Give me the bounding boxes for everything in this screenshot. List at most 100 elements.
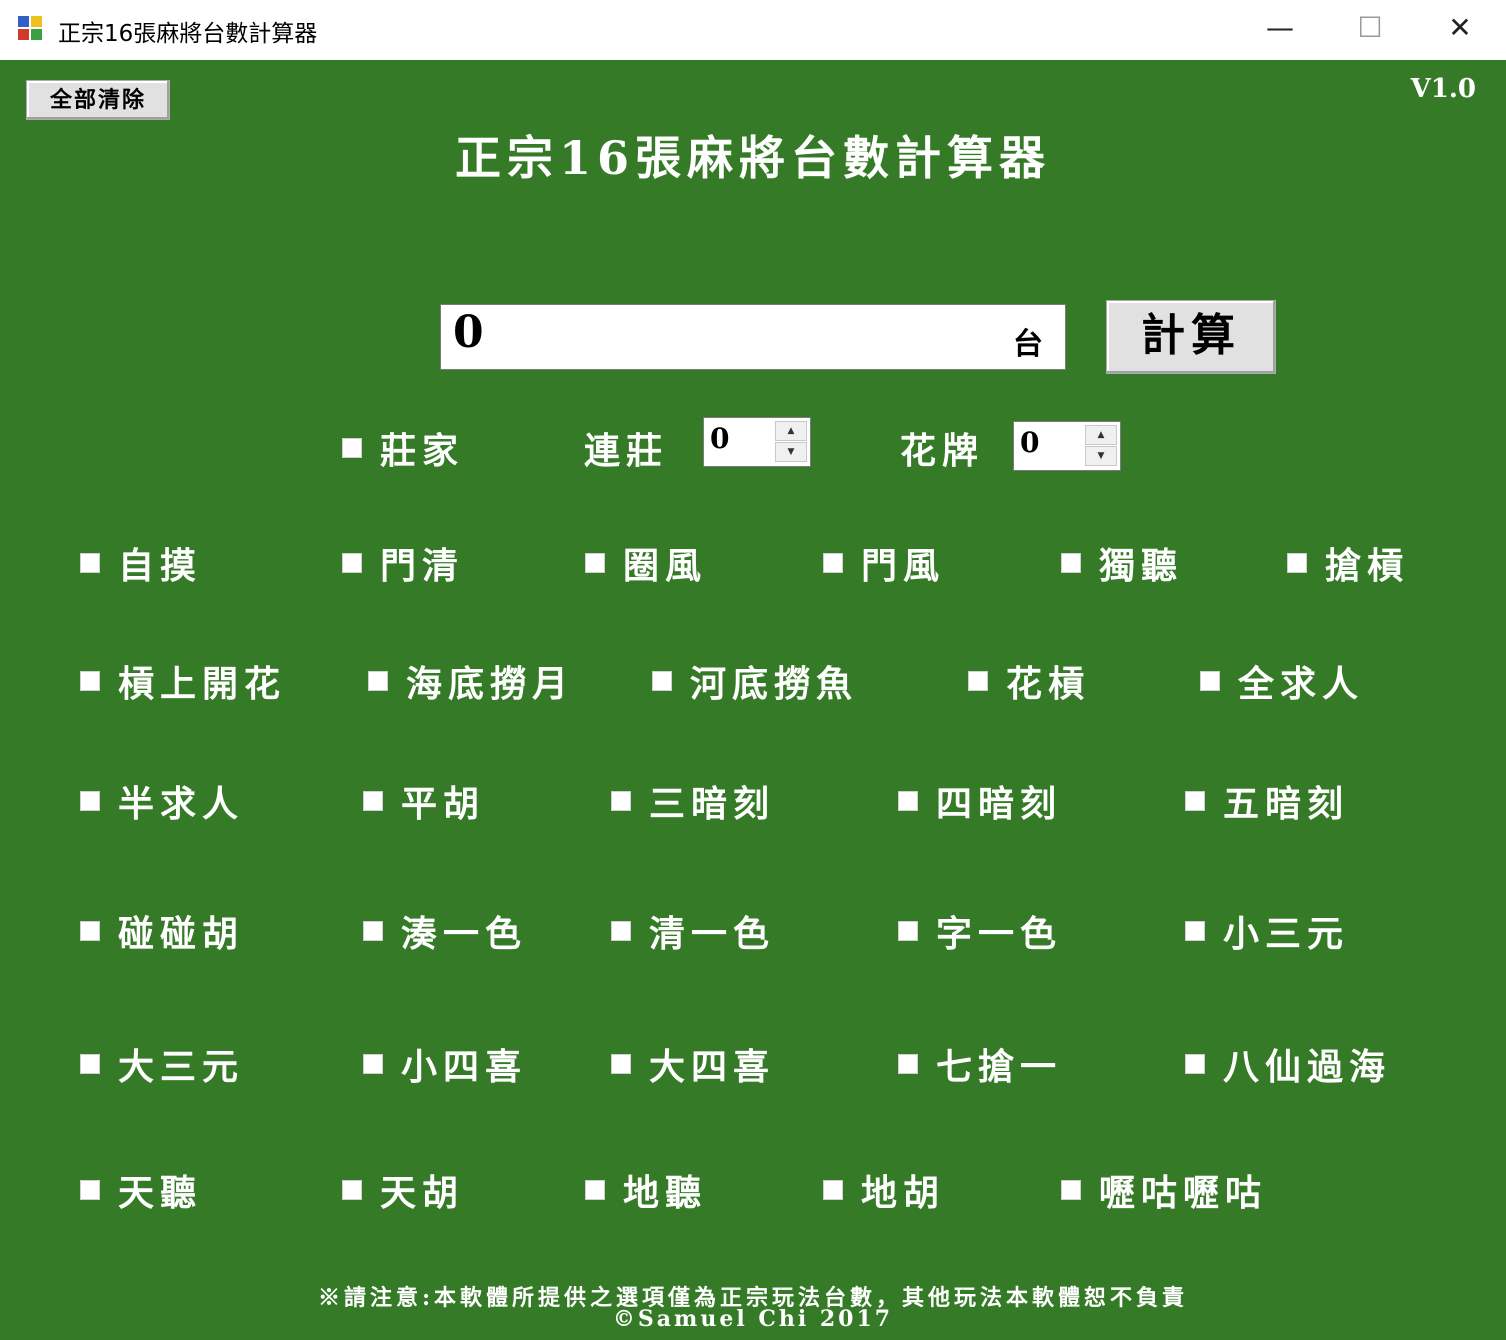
checkbox-box[interactable] [968,671,988,691]
checkbox-option[interactable]: 獨聽 [1061,537,1183,589]
close-button[interactable]: ✕ [1416,0,1504,58]
consecutive-value: 0 [710,422,730,455]
checkbox-box[interactable] [1185,921,1205,941]
checkbox-box[interactable] [1185,791,1205,811]
checkbox-label: 三暗刻 [649,783,776,825]
checkbox-box[interactable] [1200,671,1220,691]
checkbox-label: 全求人 [1238,663,1365,705]
checkbox-box[interactable] [80,1054,100,1074]
checkbox-box[interactable] [363,921,383,941]
checkbox-option[interactable]: 四暗刻 [898,775,1062,827]
checkbox-option[interactable]: 門清 [342,537,464,589]
checkbox-option[interactable]: 碰碰胡 [80,905,244,957]
checkbox-option[interactable]: 圈風 [585,537,707,589]
checkbox-label: 門清 [380,545,465,587]
checkbox-label: 碰碰胡 [118,913,245,955]
checkbox-option[interactable]: 自摸 [80,537,202,589]
checkbox-box[interactable] [898,921,918,941]
maximize-button[interactable]: ☐ [1326,0,1414,58]
checkbox-box[interactable] [611,921,631,941]
checkbox-box[interactable] [1061,1180,1081,1200]
checkbox-option[interactable]: 天胡 [342,1164,464,1216]
checkbox-box[interactable] [611,1054,631,1074]
copyright-text: ©Samuel Chi 2017 [612,1306,894,1332]
checkbox-label: 搶槓 [1325,545,1410,587]
checkbox-option[interactable]: 半求人 [80,775,244,827]
checkbox-option[interactable]: 地胡 [823,1164,945,1216]
checkbox-option[interactable]: 小四喜 [363,1038,527,1090]
checkbox-label: 湊一色 [401,913,528,955]
checkbox-option[interactable]: 天聽 [80,1164,202,1216]
checkbox-option[interactable]: 河底撈魚 [652,655,858,707]
checkbox-option[interactable]: 槓上開花 [80,655,286,707]
checkbox-label: 大三元 [118,1046,245,1088]
checkbox-box[interactable] [585,553,605,573]
consecutive-label: 連莊 [584,430,669,472]
checkbox-option[interactable]: 湊一色 [363,905,527,957]
version-label: V1.0 [1410,74,1476,104]
checkbox-box[interactable] [585,1180,605,1200]
checkbox-box[interactable] [342,1180,362,1200]
checkbox-box[interactable] [898,1054,918,1074]
checkbox-option[interactable]: 門風 [823,537,945,589]
checkbox-option[interactable]: 嚦咕嚦咕 [1061,1164,1267,1216]
checkbox-option[interactable]: 全求人 [1200,655,1364,707]
checkbox-box[interactable] [363,791,383,811]
main-panel: 全部清除 V1.0 正宗16張麻將台數計算器 0 台 計算 莊家 連莊 0 ▲ … [0,60,1506,1340]
checkbox-label: 花槓 [1006,663,1091,705]
checkbox-box[interactable] [1287,553,1307,573]
checkbox-box[interactable] [80,791,100,811]
stepper-up-icon[interactable]: ▲ [1085,425,1117,445]
stepper-up-icon[interactable]: ▲ [775,421,807,441]
checkbox-option[interactable]: 大四喜 [611,1038,775,1090]
checkbox-label: 圈風 [623,545,708,587]
checkbox-label: 平胡 [401,783,486,825]
checkbox-box[interactable] [342,438,362,458]
checkbox-box[interactable] [1185,1054,1205,1074]
checkbox-option[interactable]: 搶槓 [1287,537,1409,589]
checkbox-label: 河底撈魚 [690,663,859,705]
checkbox-box[interactable] [363,1054,383,1074]
checkbox-option[interactable]: 大三元 [80,1038,244,1090]
checkbox-option[interactable]: 海底撈月 [368,655,574,707]
checkbox-dealer[interactable]: 莊家 [342,422,464,474]
checkbox-box[interactable] [823,1180,843,1200]
checkbox-box[interactable] [823,553,843,573]
checkbox-box[interactable] [342,553,362,573]
stepper-down-icon[interactable]: ▼ [775,442,807,462]
checkbox-label: 八仙過海 [1223,1046,1392,1088]
result-unit-label: 台 [1013,327,1043,362]
flowers-stepper[interactable]: 0 ▲ ▼ [1013,421,1121,471]
checkbox-option[interactable]: 七搶一 [898,1038,1062,1090]
checkbox-box[interactable] [80,553,100,573]
calculate-button[interactable]: 計算 [1106,300,1276,374]
checkbox-option[interactable]: 平胡 [363,775,485,827]
checkbox-option[interactable]: 地聽 [585,1164,707,1216]
checkbox-box[interactable] [368,671,388,691]
checkbox-box[interactable] [1061,553,1081,573]
stepper-down-icon[interactable]: ▼ [1085,446,1117,466]
checkbox-option[interactable]: 花槓 [968,655,1090,707]
checkbox-option[interactable]: 小三元 [1185,905,1349,957]
checkbox-box[interactable] [652,671,672,691]
flowers-label: 花牌 [900,430,985,472]
checkbox-option[interactable]: 五暗刻 [1185,775,1349,827]
checkbox-box[interactable] [80,671,100,691]
consecutive-stepper[interactable]: 0 ▲ ▼ [703,417,811,467]
checkbox-box[interactable] [611,791,631,811]
checkbox-label: 清一色 [649,913,776,955]
checkbox-label: 莊家 [380,430,465,472]
checkbox-label: 海底撈月 [406,663,575,705]
checkbox-option[interactable]: 清一色 [611,905,775,957]
checkbox-label: 地聽 [623,1172,708,1214]
window-title: 正宗16張麻將台數計算器 [58,21,318,47]
checkbox-option[interactable]: 八仙過海 [1185,1038,1391,1090]
clear-all-button[interactable]: 全部清除 [26,80,170,120]
checkbox-option[interactable]: 字一色 [898,905,1062,957]
minimize-button[interactable]: — [1236,0,1324,58]
result-display[interactable]: 0 台 [440,304,1066,370]
checkbox-box[interactable] [898,791,918,811]
checkbox-option[interactable]: 三暗刻 [611,775,775,827]
checkbox-box[interactable] [80,921,100,941]
checkbox-box[interactable] [80,1180,100,1200]
